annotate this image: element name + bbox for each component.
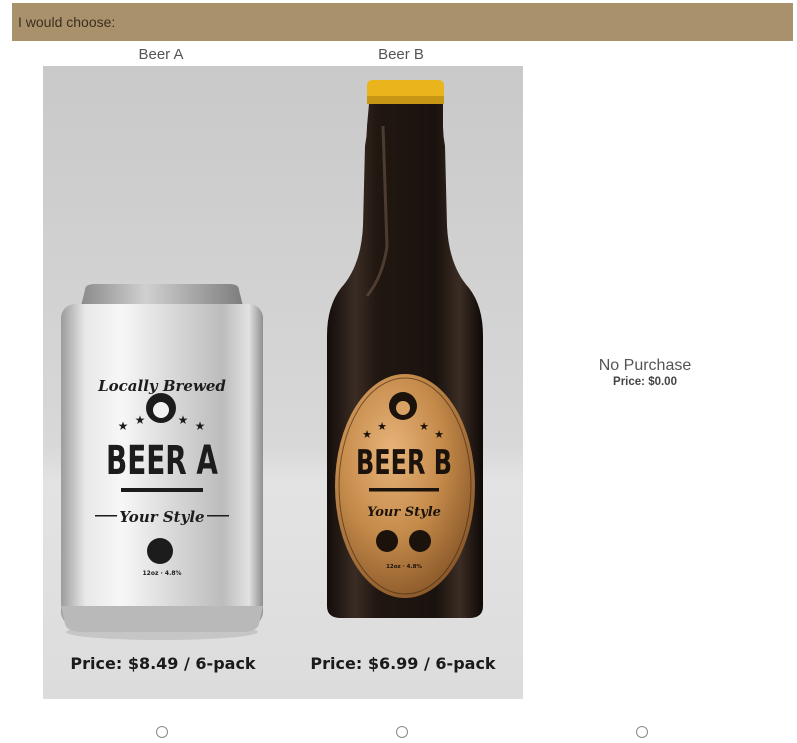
- radio-beer-b[interactable]: [396, 726, 408, 738]
- option-label-beer-a: Beer A: [138, 46, 184, 63]
- beer-a-card: Locally Brewed ★ ★ ★ ★ BEER A Your Style…: [43, 66, 283, 699]
- question-header: I would choose:: [12, 3, 793, 41]
- beer-a-label-top: Locally Brewed: [97, 377, 226, 395]
- radio-no-purchase[interactable]: [636, 726, 648, 738]
- beer-b-style: Your Style: [367, 505, 441, 520]
- beer-b-card: ★ ★ ★ ★ BEER B Your Style 12oz · 4.8% Pr…: [283, 66, 523, 699]
- beer-b-brand: BEER B: [356, 443, 452, 483]
- svg-text:★: ★: [195, 419, 206, 433]
- beer-a-brand: BEER A: [106, 438, 218, 484]
- svg-text:★: ★: [178, 413, 189, 427]
- beer-a-price: Price: $8.49 / 6-pack: [70, 654, 256, 673]
- no-purchase-option: No Purchase Price: $0.00: [560, 357, 730, 388]
- beer-b-fine-print: 12oz · 4.8%: [386, 564, 422, 570]
- beer-a-fine-print: 12oz · 4.8%: [142, 570, 181, 577]
- svg-text:★: ★: [362, 428, 372, 441]
- svg-text:★: ★: [135, 413, 146, 427]
- beer-b-price: Price: $6.99 / 6-pack: [310, 654, 496, 673]
- beer-b-bottle-image: ★ ★ ★ ★ BEER B Your Style 12oz · 4.8%: [283, 66, 523, 699]
- option-label-beer-b: Beer B: [378, 46, 424, 63]
- beer-a-style: Your Style: [119, 508, 204, 526]
- svg-text:★: ★: [377, 420, 387, 433]
- no-purchase-label: No Purchase: [598, 357, 692, 374]
- radio-beer-a[interactable]: [156, 726, 168, 738]
- svg-text:★: ★: [118, 419, 129, 433]
- svg-text:★: ★: [419, 420, 429, 433]
- no-purchase-price: Price: $0.00: [613, 376, 677, 388]
- beer-a-can-image: Locally Brewed ★ ★ ★ ★ BEER A Your Style…: [43, 66, 283, 699]
- svg-text:★: ★: [434, 428, 444, 441]
- question-prompt: I would choose:: [18, 14, 116, 30]
